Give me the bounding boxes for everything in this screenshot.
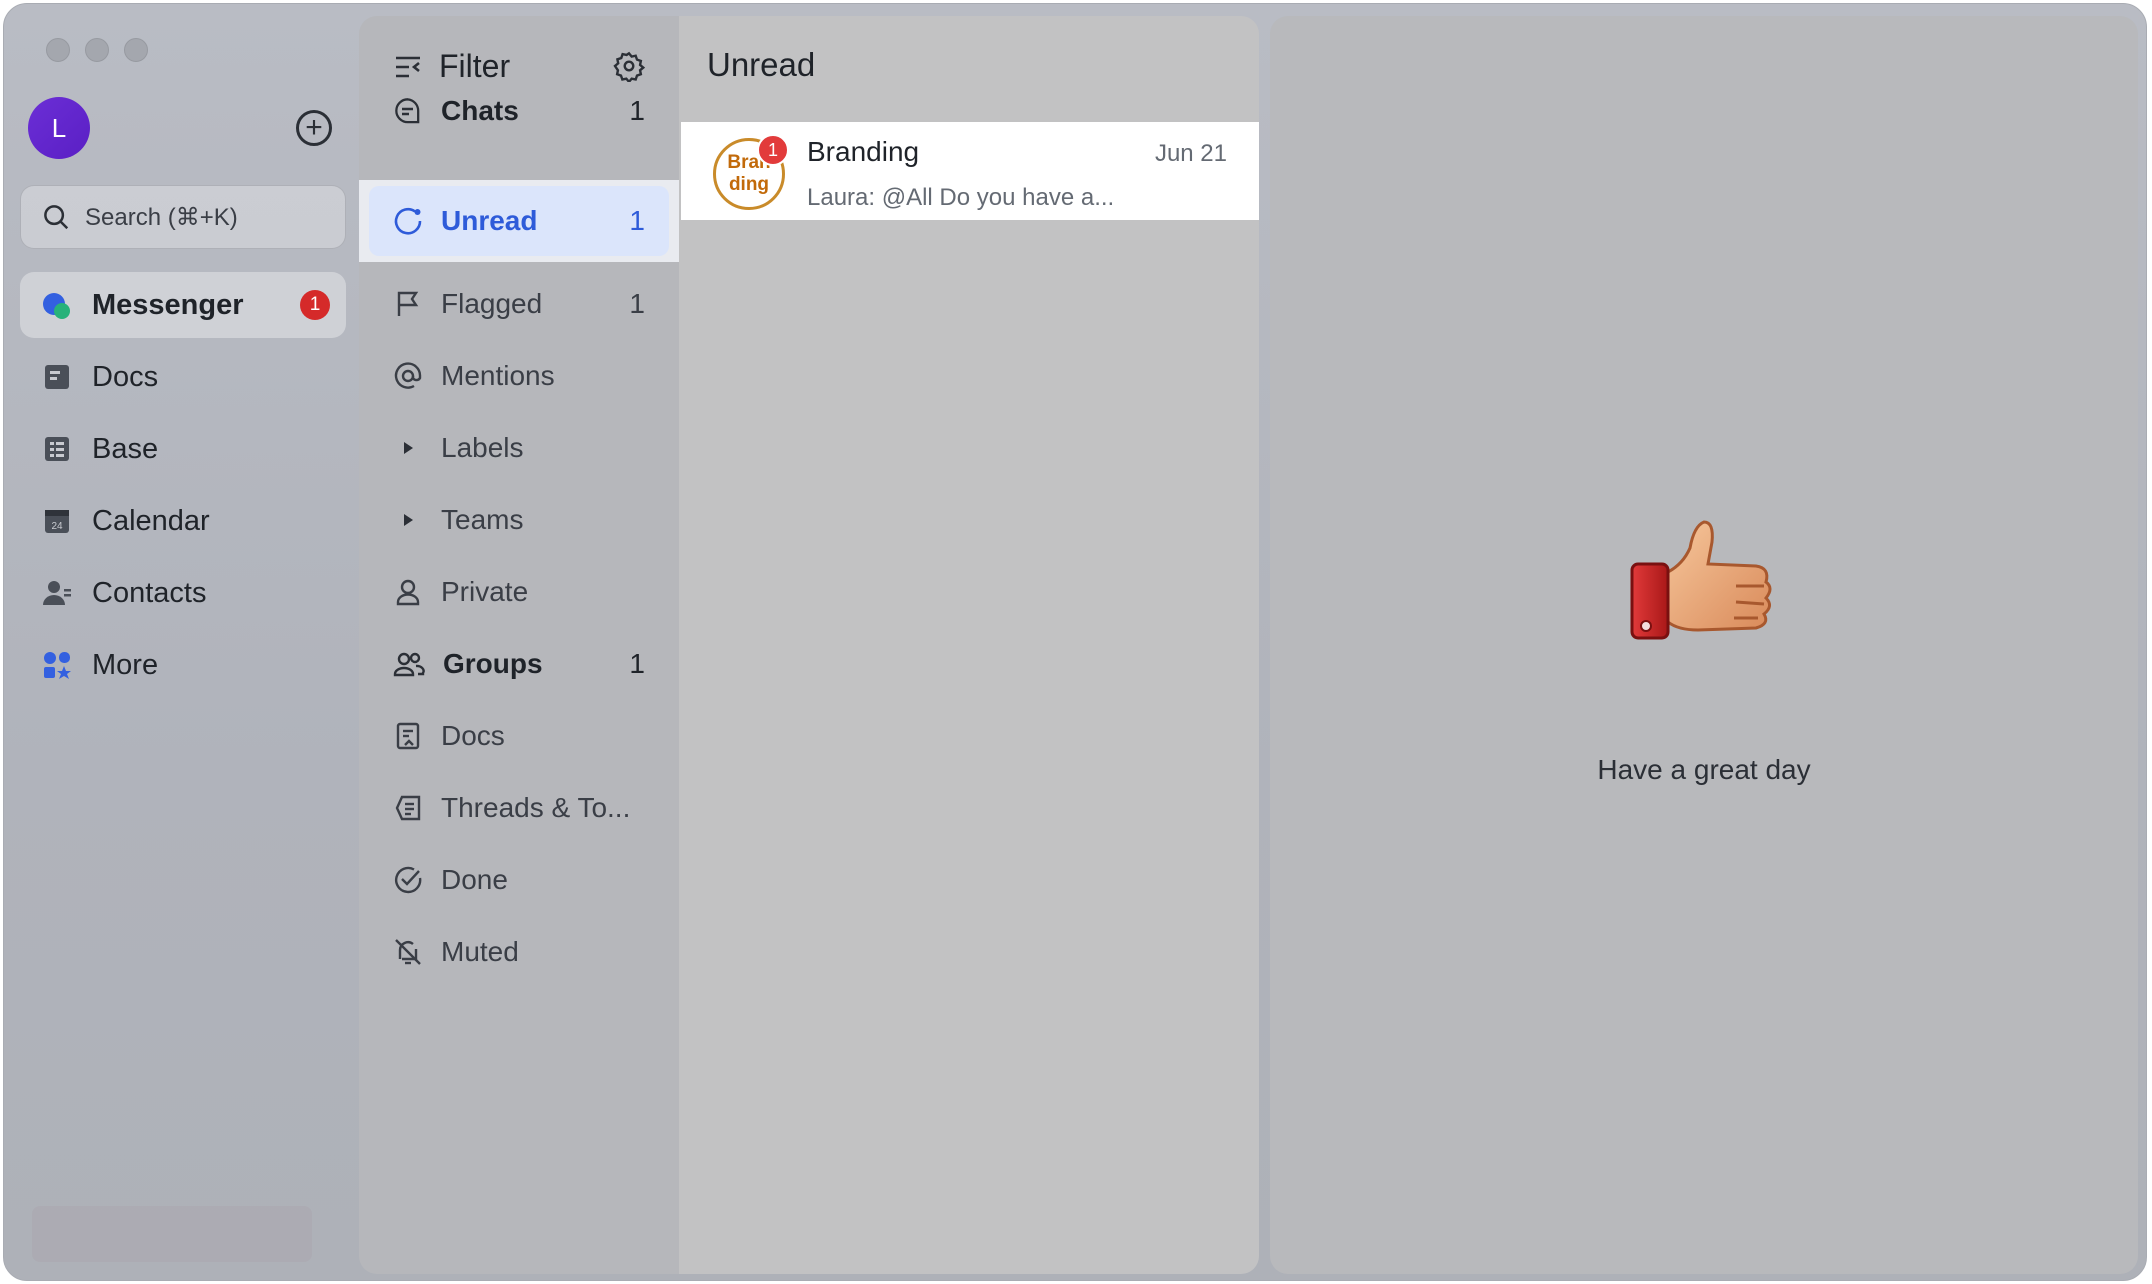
chat-row[interactable]: Bran ding 1 Branding Jun 21 Laura: @All … <box>681 122 1259 220</box>
filter-item-label: Threads & To... <box>441 792 631 823</box>
filter-item-label: Mentions <box>441 360 555 391</box>
caret-right-icon <box>404 442 413 454</box>
messenger-icon <box>40 288 74 322</box>
filter-item-label: Private <box>441 576 529 607</box>
thumbs-up-icon <box>1630 520 1772 640</box>
search-input[interactable]: Search (⌘+K) <box>20 185 346 249</box>
filter-item-teams[interactable]: Teams <box>369 485 669 555</box>
nav-item-base[interactable]: Base <box>20 416 346 482</box>
chat-preview: Laura: @All Do you have a... <box>807 184 1115 211</box>
nav-item-calendar[interactable]: 24 Calendar <box>20 488 346 554</box>
chat-list-panel: Unread Bran ding 1 Branding Jun 21 Laura… <box>679 16 1259 1274</box>
filter-item-label: Muted <box>441 936 519 967</box>
person-icon <box>396 579 420 606</box>
nav-footer-banner[interactable] <box>32 1206 312 1262</box>
group-icon <box>393 652 425 677</box>
nav-item-label: Contacts <box>92 576 207 609</box>
left-nav: L + Search (⌘+K) Messenger 1 Docs Base 2… <box>4 4 359 1280</box>
user-avatar[interactable]: L <box>28 97 90 159</box>
unread-icon <box>394 207 422 235</box>
detail-panel: Have a great day <box>1270 16 2138 1274</box>
check-circle-icon <box>394 866 422 894</box>
nav-item-more[interactable]: More <box>20 632 346 698</box>
app-window: L + Search (⌘+K) Messenger 1 Docs Base 2… <box>3 3 2147 1281</box>
chat-name: Branding <box>807 136 920 167</box>
filter-item-done[interactable]: Done <box>369 845 669 915</box>
minimize-window-button[interactable] <box>85 38 109 62</box>
more-apps-icon <box>40 648 74 682</box>
filter-item-unread[interactable]: Unread 1 <box>369 186 669 256</box>
at-sign-icon <box>394 362 422 389</box>
filter-item-muted[interactable]: Muted <box>369 917 669 987</box>
plus-icon[interactable]: + <box>296 110 332 146</box>
app-nav-list: Messenger 1 Docs Base 24 Calendar Contac… <box>20 272 346 704</box>
filter-item-label: Unread <box>441 205 538 236</box>
filter-item-labels[interactable]: Labels <box>369 413 669 483</box>
nav-item-docs[interactable]: Docs <box>20 344 346 410</box>
filter-item-label: Labels <box>441 432 524 463</box>
contacts-icon <box>40 576 74 610</box>
filter-item-label: Chats <box>441 95 519 126</box>
document-icon <box>396 722 420 750</box>
svg-text:24: 24 <box>51 521 63 532</box>
search-icon <box>44 205 69 230</box>
nav-item-label: Docs <box>92 360 159 393</box>
nav-item-messenger[interactable]: Messenger 1 <box>20 272 346 338</box>
nav-item-label: More <box>92 648 159 681</box>
nav-item-label: Messenger <box>92 288 244 321</box>
chat-list-title: Unread <box>707 46 816 83</box>
filter-item-label: Done <box>441 864 508 895</box>
chat-date: Jun 21 <box>1154 140 1227 167</box>
unread-badge: 1 <box>757 134 789 166</box>
calendar-icon: 24 <box>40 504 74 538</box>
filter-item-count: 1 <box>629 95 645 126</box>
filter-item-threads[interactable]: Threads & To... <box>369 773 669 843</box>
filter-item-label: Groups <box>443 648 543 679</box>
filter-panel: Filter Chats 1 Unread 1 Flagged 1 Mentio… <box>359 16 679 1274</box>
nav-item-label: Calendar <box>92 504 210 537</box>
filter-item-groups[interactable]: Groups 1 <box>369 629 669 699</box>
greeting-text: Have a great day <box>1597 754 1811 785</box>
filter-item-chats[interactable]: Chats 1 <box>369 76 669 146</box>
zoom-window-button[interactable] <box>124 38 148 62</box>
close-window-button[interactable] <box>46 38 70 62</box>
avatar-text: ding <box>728 174 770 195</box>
search-placeholder: Search (⌘+K) <box>85 203 238 231</box>
bell-off-icon <box>395 939 421 965</box>
filter-item-count: 1 <box>629 648 645 679</box>
filter-item-count: 1 <box>629 205 645 236</box>
filter-item-label: Flagged <box>441 288 543 319</box>
nav-item-label: Base <box>92 432 159 465</box>
docs-icon <box>40 360 74 394</box>
filter-item-label: Docs <box>441 720 505 751</box>
flag-icon <box>397 291 419 316</box>
filter-item-mentions[interactable]: Mentions <box>369 341 669 411</box>
chat-bubble-icon <box>395 98 420 124</box>
base-icon <box>40 432 74 466</box>
unread-badge: 1 <box>300 290 330 320</box>
threads-icon <box>395 795 421 821</box>
nav-item-contacts[interactable]: Contacts <box>20 560 346 626</box>
filter-item-private[interactable]: Private <box>369 557 669 627</box>
filter-item-flagged[interactable]: Flagged 1 <box>369 269 669 339</box>
filter-item-docs[interactable]: Docs <box>369 701 669 771</box>
window-controls <box>46 38 148 62</box>
filter-item-label: Teams <box>441 504 524 535</box>
caret-right-icon <box>404 514 413 526</box>
filter-item-count: 1 <box>629 288 645 319</box>
